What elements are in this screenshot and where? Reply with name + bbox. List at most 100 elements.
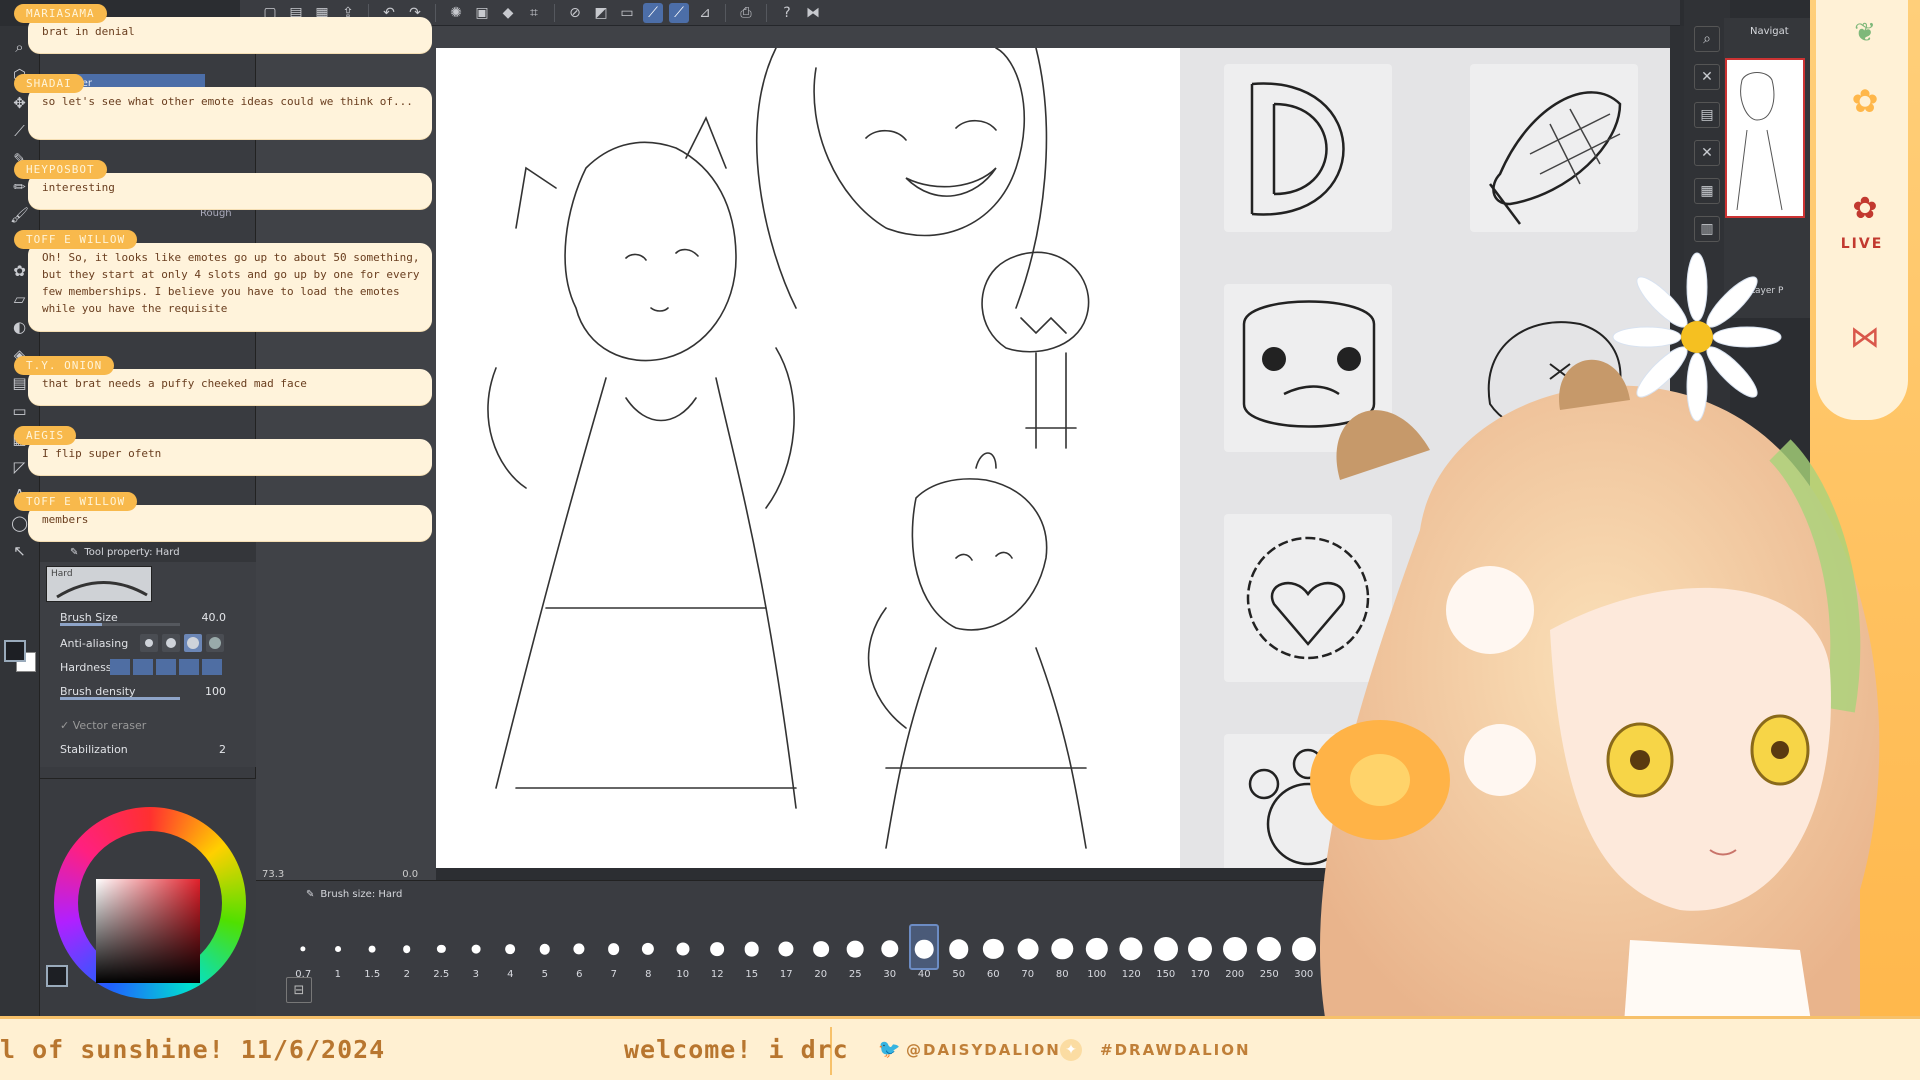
aa-medium-option[interactable] [184,634,202,652]
brush-size-label: 4 [507,969,514,980]
brush-size-row[interactable]: Brush Size 40.0 [40,606,256,628]
crop-icon[interactable]: ⌗ [524,3,544,23]
brush-size-option[interactable]: 25 [838,919,873,983]
brush-size-option[interactable]: 40 [907,919,942,983]
brush-size-option[interactable]: 12 [700,919,735,983]
selection-off-icon[interactable]: ⊘ [565,3,585,23]
brush-size-option[interactable]: 250 [1252,919,1287,983]
brush-size-label: 17 [779,969,793,980]
vector-eraser-checkbox[interactable]: ✓ [60,719,73,732]
layer-copy-icon[interactable]: ▤ [1694,102,1720,128]
stabilization-row[interactable]: Stabilization 2 [40,738,256,760]
brush-size-label: 6 [576,969,583,980]
vector-eraser-row[interactable]: ✓ Vector eraser [40,714,256,736]
navigator-title: Navigat [1750,26,1789,37]
hue-ring[interactable] [54,807,246,999]
chat-username: T.Y. ONION [14,356,115,375]
brush-density-row[interactable]: Brush density 100 [40,680,256,702]
close-square-icon[interactable]: ✕ [1694,140,1720,166]
figure-icon[interactable]: ▭ [7,400,33,422]
brush-size-option[interactable]: 70 [1011,919,1046,983]
brush-size-option[interactable]: 60 [976,919,1011,983]
brush-size-option[interactable]: 80 [1045,919,1080,983]
brush-size-dot [1017,938,1039,960]
brush-size-option[interactable]: 5 [528,919,563,983]
selection-frame-icon[interactable]: ▭ [617,3,637,23]
emote-card-letter [1224,64,1392,232]
brush-size-value[interactable]: 40.0 [202,611,227,624]
angle-value[interactable]: 0.0 [402,869,418,880]
ticker-welcome-text: welcome! i drc [624,1035,849,1064]
help-icon[interactable]: ? [777,3,797,23]
brush-size-option[interactable]: 1 [321,919,356,983]
search-icon[interactable]: ⌕ [1694,26,1720,52]
brush-size-option[interactable]: 8 [631,919,666,983]
brush-size-option[interactable]: 170 [1183,919,1218,983]
brush-size-option[interactable]: 7 [597,919,632,983]
zoom-value[interactable]: 73.3 [262,869,284,880]
main-color-chip[interactable] [4,640,26,662]
clear-icon[interactable]: ▣ [472,3,492,23]
grid-icon[interactable]: ▦ [1694,178,1720,204]
brush-density-value[interactable]: 100 [205,685,226,698]
correct-line-icon[interactable]: ↖ [7,540,33,562]
brush-size-option[interactable]: 10 [666,919,701,983]
loading-icon[interactable]: ✺ [446,3,466,23]
brush-size-label: 30 [883,969,897,980]
stabilization-value[interactable]: 2 [219,743,226,756]
brush-size-option[interactable]: 200 [1218,919,1253,983]
brush-size-option[interactable]: 20 [804,919,839,983]
palette-settings-icon[interactable]: ⊟ [286,977,312,1003]
brush-size-option[interactable]: 15 [735,919,770,983]
saturation-value-square[interactable] [96,879,200,983]
brush-density-slider[interactable] [60,697,180,700]
brush-size-label: 170 [1190,969,1210,980]
hardness-options[interactable] [110,659,222,675]
brush-size-option[interactable]: 2.5 [424,919,459,983]
brush-size-label: 25 [848,969,862,980]
brush-size-slider[interactable] [60,623,180,626]
brush-size-label: 15 [745,969,759,980]
bottom-ticker: l of sunshine! 11/6/2024 welcome! i drc … [0,1016,1920,1080]
brush-size-dot [949,939,969,959]
brush-size-option[interactable]: 50 [942,919,977,983]
aa-weak-option[interactable] [162,634,180,652]
brush-icon[interactable]: 🖌 [7,204,33,226]
brush-size-option[interactable]: 4 [493,919,528,983]
main-sub-color[interactable] [4,640,38,674]
aa-none-option[interactable] [140,634,158,652]
brush-size-option[interactable]: 6 [562,919,597,983]
navigator-thumbnail[interactable] [1725,58,1805,218]
brush-size-label: 40 [917,969,931,980]
brush-size-label: 70 [1021,969,1035,980]
brush-size-option[interactable]: 120 [1114,919,1149,983]
brush-size-option[interactable]: 2 [390,919,425,983]
close-square-icon[interactable]: ✕ [1694,64,1720,90]
snap-grid-icon[interactable]: ⊿ [695,3,715,23]
selection-invert-icon[interactable]: ◩ [591,3,611,23]
document-icon[interactable]: ▥ [1694,216,1720,242]
flip-icon[interactable]: ⧓ [803,3,823,23]
brush-size-option[interactable]: 100 [1080,919,1115,983]
brush-size-dot [983,938,1004,960]
document-icon[interactable]: ⎙ [736,3,756,23]
snap-ruler-icon[interactable]: ⟋ [643,2,663,23]
drawing-canvas[interactable] [436,47,1180,868]
brush-size-option[interactable]: 150 [1149,919,1184,983]
brush-size-option[interactable]: 17 [769,919,804,983]
brush-stroke-preview [56,581,148,599]
chat-message-text: so let's see what other emote ideas coul… [28,87,432,139]
brush-size-option[interactable]: 30 [873,919,908,983]
tool-property-icon: ✎ [70,546,79,558]
brush-size-dot [846,940,864,958]
wheel-main-color-chip[interactable] [46,965,68,987]
snap-special-ruler-icon[interactable]: ⟋ [669,2,689,23]
toolbar-divider [725,3,726,22]
brush-size-label: 3 [472,969,479,980]
aa-strong-option[interactable] [206,634,224,652]
brush-size-option[interactable]: 1.5 [355,919,390,983]
fill-icon[interactable]: ◆ [498,3,518,23]
brush-size-label: 60 [986,969,1000,980]
brush-size-option[interactable]: 3 [459,919,494,983]
brush-size-option[interactable]: 0.7 [286,919,321,983]
